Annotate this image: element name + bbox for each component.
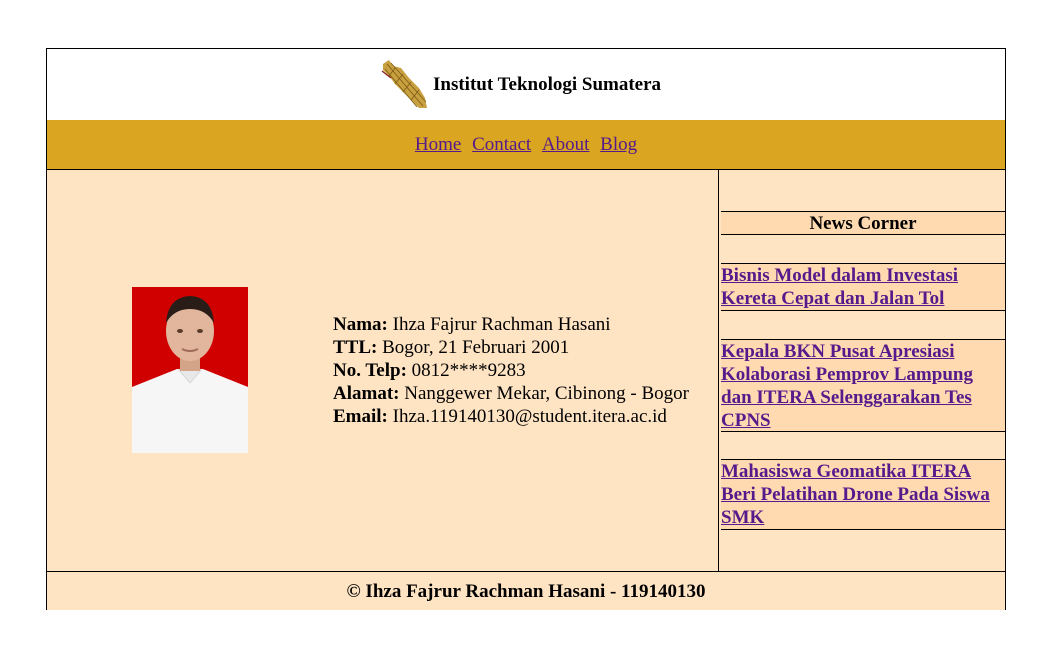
itera-logo-icon	[381, 60, 427, 108]
profile-info: Nama: Ihza Fajrur Rachman Hasani TTL: Bo…	[333, 313, 689, 428]
news-link-1[interactable]: Bisnis Model dalam Investasi Kereta Cepa…	[721, 265, 958, 309]
field-label: Nama:	[333, 314, 388, 335]
profile-row-nama: Nama: Ihza Fajrur Rachman Hasani	[333, 313, 689, 336]
nav-bar: Home Contact About Blog	[47, 120, 1005, 170]
nav-link-blog[interactable]: Blog	[600, 134, 637, 155]
field-label: Alamat:	[333, 383, 400, 404]
header: Institut Teknologi Sumatera	[47, 49, 1005, 121]
news-item: Kepala BKN Pusat Apresiasi Kolaborasi Pe…	[721, 339, 1005, 432]
site-title: Institut Teknologi Sumatera	[433, 74, 662, 95]
field-label: Email:	[333, 406, 388, 427]
field-value: Bogor, 21 Februari 2001	[382, 337, 570, 358]
field-value: Nanggewer Mekar, Cibinong - Bogor	[404, 383, 689, 404]
profile-photo	[132, 287, 248, 453]
profile-row-alamat: Alamat: Nanggewer Mekar, Cibinong - Bogo…	[333, 382, 689, 405]
nav-link-contact[interactable]: Contact	[472, 134, 531, 155]
news-link-3[interactable]: Mahasiswa Geomatika ITERA Beri Pelatihan…	[721, 461, 990, 528]
news-corner-title: News Corner	[721, 211, 1005, 235]
profile-row-telp: No. Telp: 0812****9283	[333, 359, 689, 382]
footer: © Ihza Fajrur Rachman Hasani - 119140130	[47, 571, 1005, 610]
field-value: 0812****9283	[411, 360, 526, 381]
nav-link-home[interactable]: Home	[415, 134, 461, 155]
field-value: Ihza.119140130@student.itera.ac.id	[392, 406, 667, 427]
page-frame: Institut Teknologi Sumatera Home Contact…	[46, 48, 1006, 610]
field-value: Ihza Fajrur Rachman Hasani	[392, 314, 611, 335]
news-item: Mahasiswa Geomatika ITERA Beri Pelatihan…	[721, 459, 1005, 530]
news-link-2[interactable]: Kepala BKN Pusat Apresiasi Kolaborasi Pe…	[721, 341, 973, 431]
field-label: TTL:	[333, 337, 378, 358]
nav-link-about[interactable]: About	[542, 134, 590, 155]
profile-row-ttl: TTL: Bogor, 21 Februari 2001	[333, 336, 689, 359]
main-content: Nama: Ihza Fajrur Rachman Hasani TTL: Bo…	[47, 170, 719, 571]
news-item: Bisnis Model dalam Investasi Kereta Cepa…	[721, 263, 1005, 311]
news-sidebar: News Corner Bisnis Model dalam Investasi…	[719, 170, 1005, 571]
profile-row-email: Email: Ihza.119140130@student.itera.ac.i…	[333, 405, 689, 428]
field-label: No. Telp:	[333, 360, 407, 381]
